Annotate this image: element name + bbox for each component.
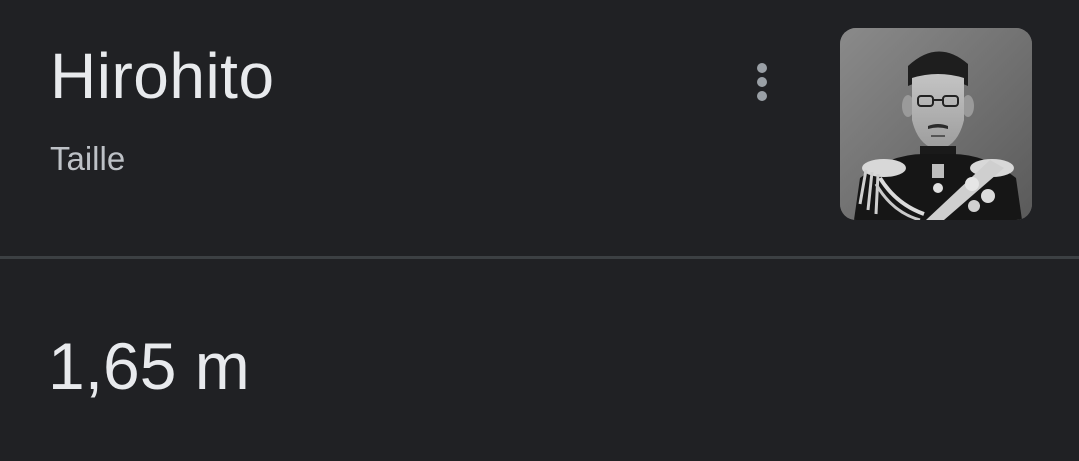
entity-thumbnail[interactable]	[840, 28, 1032, 220]
answer-value: 1,65 m	[48, 329, 250, 403]
attribute-label: Taille	[50, 140, 126, 177]
more-options-button[interactable]	[738, 58, 786, 106]
knowledge-card: Hirohito Taille 1,65 m	[0, 0, 1079, 461]
portrait-photo	[840, 28, 1032, 220]
more-vert-icon	[757, 63, 767, 101]
divider	[0, 256, 1079, 259]
entity-title[interactable]: Hirohito	[50, 38, 275, 114]
